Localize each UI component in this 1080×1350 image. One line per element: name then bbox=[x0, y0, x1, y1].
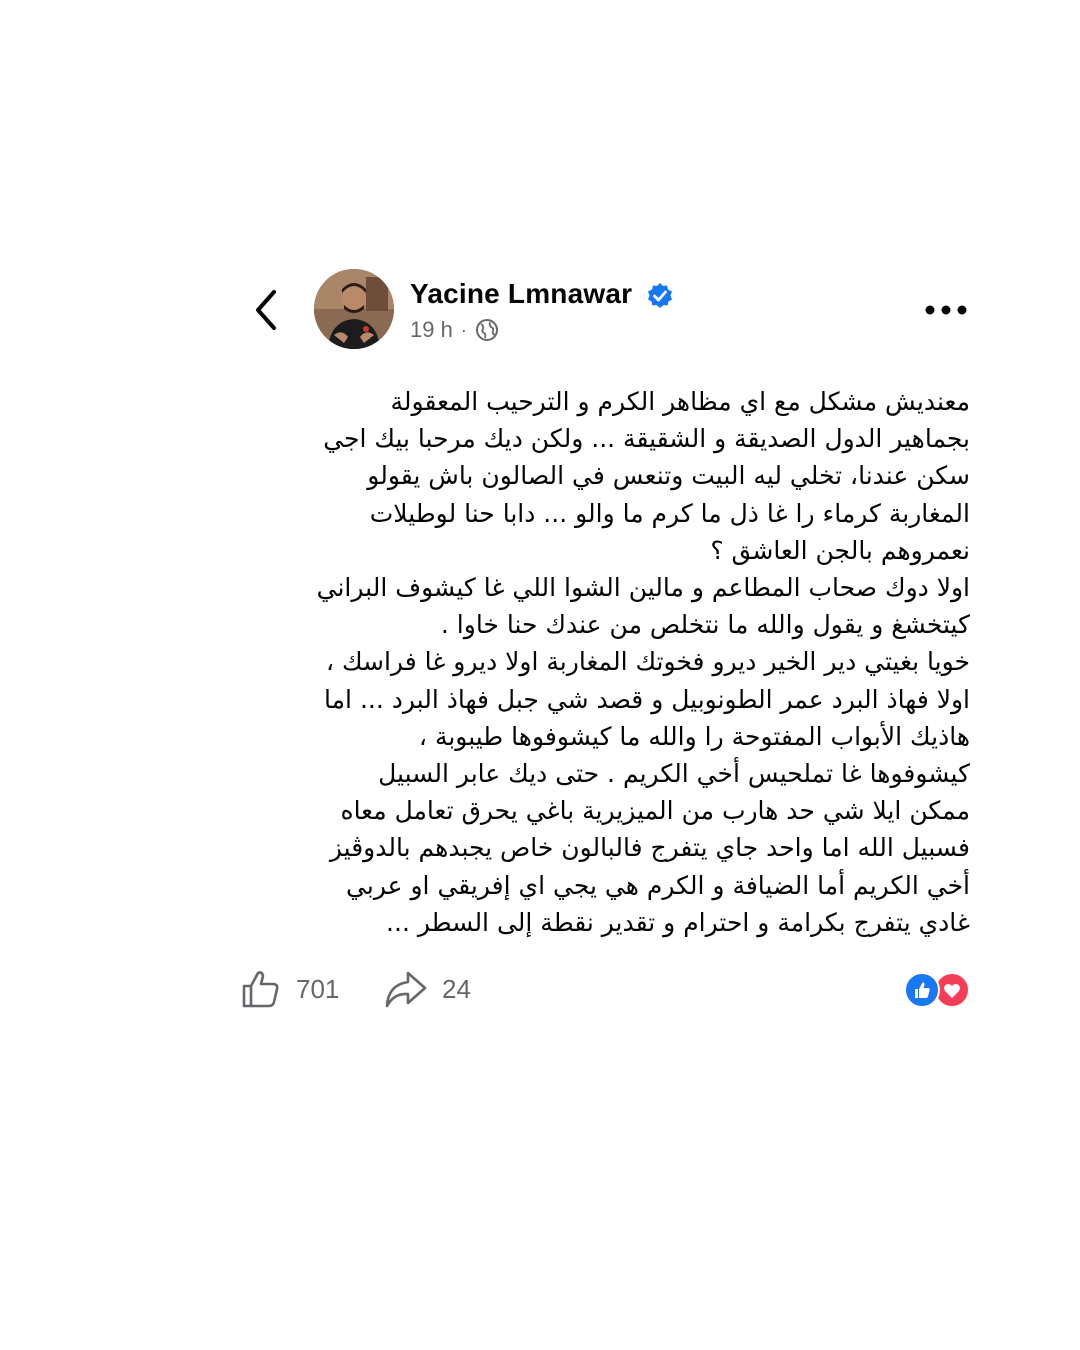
share-button[interactable]: 24 bbox=[384, 966, 471, 1012]
meta-separator: · bbox=[460, 319, 467, 340]
share-arrow-icon bbox=[385, 971, 427, 1008]
post-text-line: فسبيل الله اما واحد جاي يتفرج فالبالون خ… bbox=[329, 833, 970, 863]
author-name[interactable]: Yacine Lmnawar bbox=[410, 278, 632, 310]
post-text-line: كيتخشغ و يقول والله ما نتخلص من عندك حنا… bbox=[440, 610, 970, 640]
globe-icon[interactable] bbox=[475, 318, 499, 342]
post-body-text: معنديش مشكل مع اي مظاهر الكرم و الترحيب … bbox=[230, 383, 970, 941]
post-timestamp[interactable]: 19 h bbox=[410, 317, 453, 343]
post-text-line: نعمروهم بالجن العاشق ؟ bbox=[710, 535, 970, 565]
post-text-line: ممكن ايلا شي حد هارب من الميزيرية باغي ي… bbox=[340, 796, 970, 826]
post-text-line: بجماهير الدول الصديقة و الشقيقة ... ولكن… bbox=[323, 424, 970, 454]
profile-photo bbox=[314, 269, 394, 349]
post-text-line: غادي يتفرج بكرامة و احترام و تقدير نقطة … bbox=[386, 907, 970, 937]
verified-badge-icon bbox=[648, 283, 672, 308]
like-count: 701 bbox=[296, 973, 340, 1004]
post-text-line: المغاربة كرماء را غا ذل ما كرم ما والو .… bbox=[369, 498, 970, 528]
post-text-line: أخي الكريم أما الضيافة و الكرم هي يجي اي… bbox=[346, 870, 970, 900]
more-horizontal-icon bbox=[925, 305, 967, 315]
share-count: 24 bbox=[442, 973, 471, 1004]
like-reaction-icon bbox=[904, 972, 940, 1008]
back-button[interactable] bbox=[248, 286, 284, 334]
more-options-button[interactable] bbox=[924, 296, 968, 324]
chevron-left-icon bbox=[256, 290, 276, 330]
post-header: Yacine Lmnawar 19 h · bbox=[0, 266, 1080, 356]
post-text-line: كيشوفوها غا تملحيس أخي الكريم . حتى ديك … bbox=[378, 759, 970, 789]
post-text-line: سكن عندنا، تخلي ليه البيت وتنعس في الصال… bbox=[367, 461, 970, 491]
post-text-line: معنديش مشكل مع اي مظاهر الكرم و الترحيب … bbox=[390, 387, 970, 416]
like-button[interactable]: 701 bbox=[240, 966, 339, 1012]
post-actions-bar: 701 24 bbox=[0, 962, 1080, 1018]
post-text-line: اولا دوك صحاب المطاعم و مالين الشوا اللي… bbox=[316, 573, 970, 603]
post-text-line: هاذيك الأبواب المفتوحة را والله ما كيشوف… bbox=[418, 721, 970, 751]
post-meta: 19 h · bbox=[410, 316, 499, 344]
avatar[interactable] bbox=[314, 269, 394, 349]
post-text-line: خويا بغيتي دير الخير ديرو فخوتك المغاربة… bbox=[325, 647, 970, 677]
post-text-line: اولا فهاذ البرد عمر الطونوبيل و قصد شي ج… bbox=[324, 684, 970, 714]
thumbs-up-icon bbox=[242, 971, 279, 1008]
reaction-summary[interactable] bbox=[904, 972, 974, 1008]
